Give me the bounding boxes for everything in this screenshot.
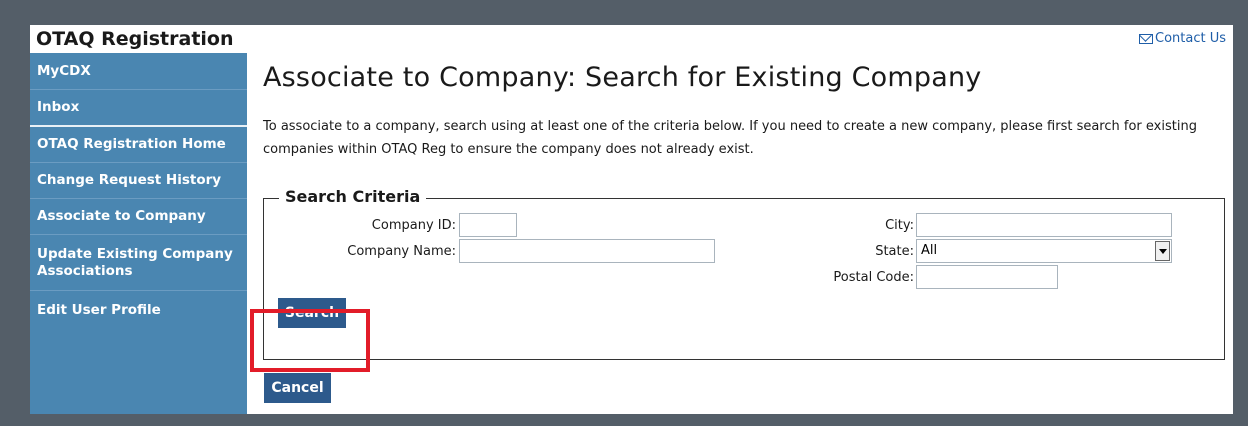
page-title: Associate to Company: Search for Existin… (263, 62, 982, 93)
city-input[interactable] (916, 213, 1172, 237)
app-title: OTAQ Registration (36, 28, 234, 50)
app-window: OTAQ Registration Contact Us MyCDX Inbox… (30, 25, 1233, 414)
sidebar-item-edit-user-profile[interactable]: Edit User Profile (30, 291, 247, 329)
sidebar: MyCDX Inbox OTAQ Registration Home Chang… (30, 53, 247, 414)
state-select[interactable]: All (916, 239, 1172, 263)
envelope-icon (1139, 33, 1153, 44)
chevron-down-icon[interactable] (1155, 241, 1170, 261)
sidebar-item-change-request-history[interactable]: Change Request History (30, 163, 247, 199)
sidebar-item-label: Update Existing Company Associations (37, 245, 233, 279)
sidebar-item-label: Edit User Profile (37, 301, 161, 318)
intro-text: To associate to a company, search using … (263, 119, 1197, 157)
company-id-input[interactable] (459, 213, 517, 237)
sidebar-item-label: Inbox (37, 99, 80, 115)
sidebar-item-label: Associate to Company (37, 208, 206, 224)
sidebar-item-label: OTAQ Registration Home (37, 136, 226, 152)
city-label: City: (885, 218, 914, 233)
postal-code-label: Postal Code: (833, 270, 914, 285)
sidebar-item-otaq-registration-home[interactable]: OTAQ Registration Home (30, 127, 247, 163)
state-label: State: (875, 244, 914, 259)
cancel-button[interactable]: Cancel (264, 373, 331, 403)
company-id-label: Company ID: (371, 218, 456, 233)
sidebar-item-mycdx[interactable]: MyCDX (30, 53, 247, 90)
sidebar-item-update-existing-company-associations[interactable]: Update Existing Company Associations (30, 235, 247, 291)
company-name-label: Company Name: (347, 244, 456, 259)
sidebar-item-associate-to-company[interactable]: Associate to Company (30, 199, 247, 235)
sidebar-item-label: Change Request History (37, 172, 222, 188)
contact-us-link[interactable]: Contact Us (1139, 31, 1226, 46)
contact-us-label: Contact Us (1155, 31, 1226, 46)
sidebar-item-inbox[interactable]: Inbox (30, 90, 247, 127)
search-criteria-fieldset: Search Criteria Company ID: Company Name… (263, 187, 1225, 360)
search-criteria-legend: Search Criteria (279, 187, 427, 206)
sidebar-item-label: MyCDX (37, 62, 91, 79)
postal-code-input[interactable] (916, 265, 1058, 289)
company-name-input[interactable] (459, 239, 715, 263)
state-select-value: All (921, 243, 938, 258)
search-button-highlight (250, 309, 370, 372)
